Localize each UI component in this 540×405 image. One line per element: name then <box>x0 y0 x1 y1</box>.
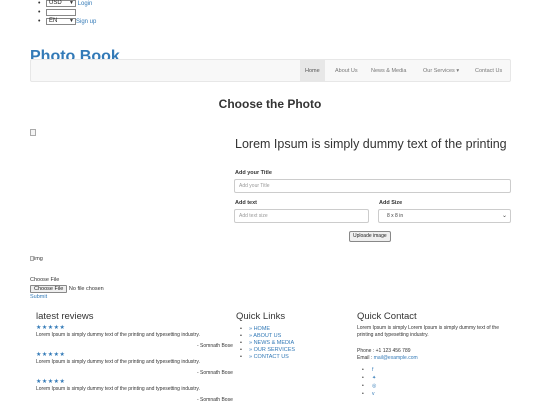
add-size-label: Add Size <box>379 200 403 206</box>
upload-image-button[interactable]: Uploade image <box>349 231 391 242</box>
review-item: ★★★★★ Lorem Ipsum is simply dummy text o… <box>36 352 246 366</box>
star-rating-icon: ★★★★★ <box>36 379 66 385</box>
vimeo-icon[interactable]: v <box>357 390 376 398</box>
social-links: f ✦ ◎ v <box>357 366 376 398</box>
language-value: EN <box>49 18 58 24</box>
email-link[interactable]: mail@example.com <box>374 355 418 361</box>
navbar: Home About Us News & Media Our Services … <box>30 59 511 82</box>
twitter-icon[interactable]: ✦ <box>357 374 376 382</box>
currency-select[interactable]: USD ▼ <box>46 0 76 7</box>
nav-news-media[interactable]: News & Media <box>366 60 411 82</box>
chevron-down-icon: ▼ <box>69 0 74 6</box>
top-utility-list: USD▼ Login EN▼Sign up <box>34 0 96 27</box>
add-text-input[interactable]: Add text size <box>234 209 369 223</box>
review-item: ★★★★★ Lorem Ipsum is simply dummy text o… <box>36 379 246 393</box>
language-row: EN ▼Sign up <box>34 18 96 27</box>
file-input: Choose File No file chosen <box>30 285 104 293</box>
quick-links-list: » HOME » ABOUT US » NEWS & MEDIA » OUR S… <box>236 326 295 361</box>
footer-link-our-services[interactable]: » OUR SERVICES <box>236 347 295 354</box>
img-placeholder: img <box>30 256 43 262</box>
chevron-down-icon: ▼ <box>69 18 74 24</box>
review-author: - Somnath Bose <box>197 370 233 376</box>
nav-about-us[interactable]: About Us <box>330 60 363 82</box>
star-rating-icon: ★★★★★ <box>36 352 66 358</box>
review-text: Lorem Ipsum is simply dummy text of the … <box>36 332 200 338</box>
language-select[interactable]: EN ▼ <box>46 18 76 25</box>
broken-image-icon <box>30 129 36 136</box>
contact-description: Lorem Ipsum is simply Lorem Ipsum is sim… <box>357 325 499 338</box>
add-title-input[interactable]: Add your Title <box>234 179 511 193</box>
signup-link[interactable]: Sign up <box>76 19 96 25</box>
review-item: ★★★★★ Lorem Ipsum is simply dummy text o… <box>36 325 246 339</box>
reviews-title: latest reviews <box>36 311 94 322</box>
email-label: Email : <box>357 355 374 361</box>
choose-file-button[interactable]: Choose File <box>30 285 68 293</box>
blank-row <box>34 9 96 18</box>
facebook-icon[interactable]: f <box>357 366 376 374</box>
star-rating-icon: ★★★★★ <box>36 325 66 331</box>
choose-file-label: Choose File <box>30 277 60 283</box>
review-author: - Somnath Bose <box>197 397 233 403</box>
review-author: - Somnath Bose <box>197 343 233 349</box>
add-text-label: Add text <box>235 200 257 206</box>
page-title: Choose the Photo <box>218 97 322 111</box>
img-alt-text: img <box>34 256 43 262</box>
review-text: Lorem Ipsum is simply dummy text of the … <box>36 386 200 392</box>
blank-input[interactable] <box>46 9 76 16</box>
nav-contact-us[interactable]: Contact Us <box>470 60 507 82</box>
chevron-down-icon: ⌄ <box>501 213 507 219</box>
currency-row: USD ▼ Login <box>34 0 96 9</box>
lorem-heading: Lorem Ipsum is simply dummy text of the … <box>235 137 507 151</box>
size-value: 8 x 8 in <box>387 213 404 219</box>
quick-contact-title: Quick Contact <box>357 311 417 322</box>
currency-value: USD <box>49 0 62 6</box>
quick-links-title: Quick Links <box>236 311 286 322</box>
footer-link-about-us[interactable]: » ABOUT US <box>236 333 295 340</box>
dribbble-icon[interactable]: ◎ <box>357 382 376 390</box>
nav-our-services[interactable]: Our Services ▾ <box>418 60 464 82</box>
footer-link-contact-us[interactable]: » CONTACT US <box>236 354 295 361</box>
brand-logo[interactable]: Photo Book <box>30 47 120 59</box>
footer-link-home[interactable]: » HOME <box>236 326 295 333</box>
nav-home[interactable]: Home <box>300 60 325 82</box>
contact-email: Email : mail@example.com <box>357 355 418 362</box>
file-status: No file chosen <box>68 286 104 292</box>
review-text: Lorem Ipsum is simply dummy text of the … <box>36 359 200 365</box>
submit-link[interactable]: Submit <box>30 294 47 300</box>
login-link[interactable]: Login <box>78 1 93 7</box>
footer-link-news-media[interactable]: » NEWS & MEDIA <box>236 340 295 347</box>
contact-phone: Phone : +1 123 456 789 <box>357 348 411 354</box>
size-select[interactable]: 8 x 8 in ⌄ <box>378 209 511 223</box>
add-title-label: Add your Title <box>235 170 272 176</box>
